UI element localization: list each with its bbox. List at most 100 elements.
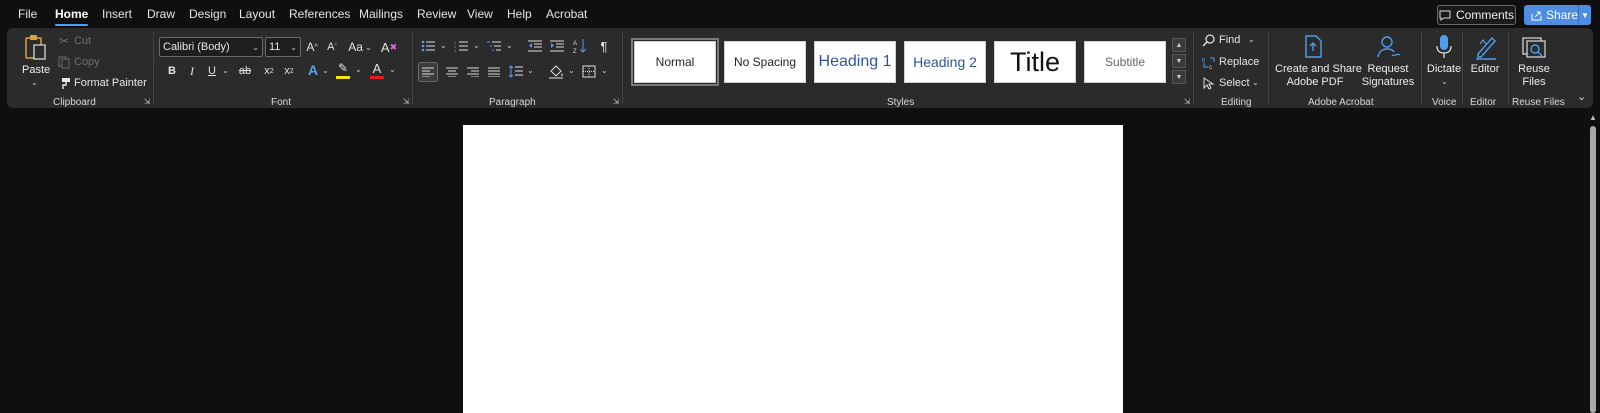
clear-formatting-icon[interactable]: A ✖ xyxy=(381,38,397,56)
separator xyxy=(1462,32,1463,104)
cut-button[interactable]: ✂ Cut xyxy=(57,34,107,50)
paste-icon xyxy=(25,35,46,60)
dictate-chevron-down-icon[interactable]: ⌄ xyxy=(1441,77,1448,86)
highlight-color-button[interactable]: ✎ ⌄ xyxy=(335,61,365,81)
line-spacing-chevron-down-icon[interactable]: ⌄ xyxy=(527,66,534,75)
font-name-select[interactable]: Calibri (Body) ⌄ xyxy=(159,37,263,57)
copy-button[interactable]: Copy xyxy=(57,55,107,71)
dictate-button[interactable]: Dictate ⌄ xyxy=(1424,32,1464,92)
document-page[interactable] xyxy=(463,125,1123,413)
tab-review[interactable]: Review xyxy=(417,7,456,21)
subscript-marker: 2 xyxy=(269,67,274,75)
tab-file[interactable]: File xyxy=(18,7,37,21)
style-title[interactable]: Title xyxy=(994,41,1076,83)
chevron-down-icon: ⌄ xyxy=(389,65,396,74)
align-left-button[interactable] xyxy=(418,62,438,82)
multilevel-list-icon[interactable] xyxy=(487,40,501,52)
style-subtitle[interactable]: Subtitle xyxy=(1084,41,1166,83)
create-share-pdf-button[interactable]: Create and Share Adobe PDF xyxy=(1275,32,1362,92)
share-dropdown-chevron-icon[interactable]: ▼ xyxy=(1578,5,1591,25)
bullets-chevron-down-icon[interactable]: ⌄ xyxy=(440,41,447,50)
request-signatures-line2: Signatures xyxy=(1361,76,1415,88)
borders-chevron-down-icon[interactable]: ⌄ xyxy=(601,66,608,75)
bullets-icon[interactable] xyxy=(421,40,435,52)
bold-button[interactable]: B xyxy=(164,62,180,80)
paste-button[interactable]: Paste ⌄ xyxy=(15,32,51,88)
shading-chevron-down-icon[interactable]: ⌄ xyxy=(568,66,575,75)
shrink-font-icon[interactable]: Aˇ xyxy=(324,38,340,56)
underline-button[interactable]: U xyxy=(204,62,220,80)
shading-icon[interactable] xyxy=(548,64,564,79)
copy-label: Copy xyxy=(74,56,100,68)
font-dialog-launcher-icon[interactable]: ⇲ xyxy=(401,97,411,107)
separator xyxy=(1508,32,1509,104)
replace-button[interactable]: bc Replace xyxy=(1202,55,1262,71)
format-painter-button[interactable]: Format Painter xyxy=(57,76,149,92)
text-effects-chevron-down-icon[interactable]: ⌄ xyxy=(322,66,329,75)
underline-chevron-down-icon[interactable]: ⌄ xyxy=(222,66,229,75)
select-button[interactable]: Select ⌄ xyxy=(1202,76,1262,92)
sort-icon[interactable]: AZ xyxy=(573,38,587,54)
style-heading-2[interactable]: Heading 2 xyxy=(904,41,986,83)
tab-draw[interactable]: Draw xyxy=(147,7,175,21)
superscript-button[interactable]: x2 xyxy=(281,62,297,80)
comments-button[interactable]: Comments xyxy=(1437,5,1516,25)
search-icon xyxy=(1202,34,1215,47)
line-spacing-icon[interactable] xyxy=(509,65,523,78)
styles-scroll-down-icon[interactable]: ▼ xyxy=(1172,54,1186,68)
justify-icon[interactable] xyxy=(488,67,500,77)
pilcrow-icon[interactable]: ¶ xyxy=(597,38,611,54)
align-right-icon[interactable] xyxy=(467,67,479,77)
style-no-spacing[interactable]: No Spacing xyxy=(724,41,806,83)
tab-mailings[interactable]: Mailings xyxy=(359,7,403,21)
scroll-up-arrow-icon[interactable]: ▲ xyxy=(1589,113,1597,122)
strikethrough-button[interactable]: ab xyxy=(237,62,253,80)
tab-references[interactable]: References xyxy=(289,7,350,21)
ribbon-collapse-chevron-icon[interactable]: ⌄ xyxy=(1577,90,1586,103)
tab-insert[interactable]: Insert xyxy=(102,7,132,21)
tab-layout[interactable]: Layout xyxy=(239,7,275,21)
paste-chevron-down-icon[interactable]: ⌄ xyxy=(31,78,38,87)
styles-scroll-up-icon[interactable]: ▲ xyxy=(1172,38,1186,52)
dictate-label: Dictate xyxy=(1426,63,1462,75)
borders-icon[interactable] xyxy=(582,65,596,78)
style-heading-1[interactable]: Heading 1 xyxy=(814,41,896,83)
text-effects-icon[interactable]: A xyxy=(305,61,321,79)
paragraph-dialog-launcher-icon[interactable]: ⇲ xyxy=(611,97,621,107)
styles-dialog-launcher-icon[interactable]: ⇲ xyxy=(1182,97,1192,107)
multilevel-chevron-down-icon[interactable]: ⌄ xyxy=(506,41,513,50)
tab-view[interactable]: View xyxy=(467,7,493,21)
increase-indent-icon[interactable] xyxy=(550,40,564,52)
editor-label: Editor xyxy=(1470,63,1500,75)
font-color-button[interactable]: A ⌄ xyxy=(369,61,399,81)
styles-more-icon[interactable]: ▼ xyxy=(1172,70,1186,84)
numbering-icon[interactable]: 123 xyxy=(454,40,468,52)
decrease-indent-icon[interactable] xyxy=(528,40,542,52)
editor-button[interactable]: Editor xyxy=(1465,32,1505,92)
request-signatures-button[interactable]: Request Signatures xyxy=(1358,32,1418,92)
vertical-scrollbar[interactable]: ▲ xyxy=(1588,113,1598,413)
italic-button[interactable]: I xyxy=(184,62,200,80)
superscript-marker: 2 xyxy=(289,67,294,75)
tab-home[interactable]: Home xyxy=(55,7,89,26)
reuse-files-line2: Files xyxy=(1522,76,1546,88)
share-icon xyxy=(1531,11,1542,20)
paste-label: Paste xyxy=(22,64,51,76)
reuse-files-button[interactable]: Reuse Files xyxy=(1511,32,1557,92)
create-share-pdf-line2: Adobe PDF xyxy=(1286,76,1344,88)
numbering-chevron-down-icon[interactable]: ⌄ xyxy=(473,41,480,50)
share-button[interactable]: Share ▼ xyxy=(1524,5,1591,25)
subscript-button[interactable]: x2 xyxy=(261,62,277,80)
tab-acrobat[interactable]: Acrobat xyxy=(546,7,587,21)
find-button[interactable]: Find ⌄ xyxy=(1202,33,1262,49)
scrollbar-thumb[interactable] xyxy=(1590,126,1596,413)
tab-design[interactable]: Design xyxy=(189,7,226,21)
tab-help[interactable]: Help xyxy=(507,7,532,21)
grow-font-icon[interactable]: A ^ xyxy=(304,38,320,56)
change-case-button[interactable]: Aa ⌄ xyxy=(346,38,374,56)
copy-icon xyxy=(58,56,70,69)
font-size-select[interactable]: 11 ⌄ xyxy=(265,37,301,57)
style-normal[interactable]: Normal xyxy=(631,38,719,86)
clipboard-dialog-launcher-icon[interactable]: ⇲ xyxy=(142,97,152,107)
align-center-icon[interactable] xyxy=(446,67,458,77)
